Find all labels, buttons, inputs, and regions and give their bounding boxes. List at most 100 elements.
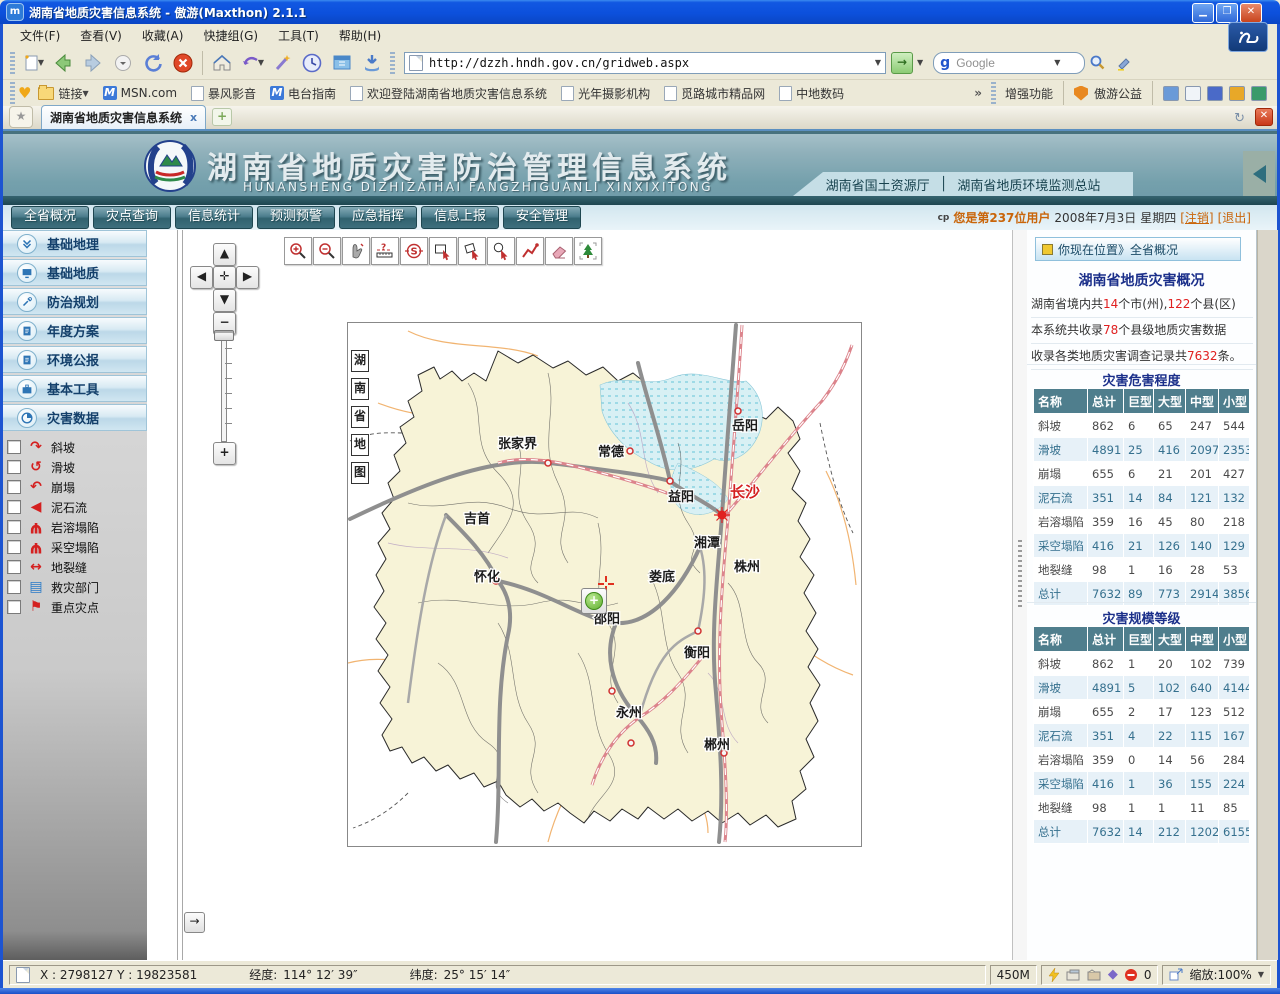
window-mini-icon[interactable]: [1185, 86, 1201, 101]
toolbar-grip[interactable]: [390, 52, 395, 74]
map-rect-select-button[interactable]: [429, 237, 457, 265]
layer-checkbox[interactable]: [7, 480, 21, 494]
search-engine-dropdown-icon[interactable]: ▼: [1054, 58, 1060, 67]
layer-item[interactable]: Ψ 采空塌陷: [7, 537, 147, 557]
logout-link[interactable]: [注销]: [1180, 209, 1213, 226]
menu-item[interactable]: 帮助(H): [330, 25, 390, 46]
download-button[interactable]: [357, 48, 387, 78]
home-button[interactable]: [207, 48, 237, 78]
zoom-panel[interactable]: 缩放:100% ▼: [1162, 965, 1271, 985]
layer-checkbox[interactable]: [7, 500, 21, 514]
map-circle-select-button[interactable]: [487, 237, 515, 265]
pan-center-button[interactable]: ✛: [213, 266, 236, 289]
address-input[interactable]: [427, 55, 879, 71]
nav-tab[interactable]: 预测预警: [257, 206, 335, 229]
map-zoom-out-button[interactable]: [313, 237, 341, 265]
window-list-button[interactable]: [327, 48, 357, 78]
layer-checkbox[interactable]: [7, 460, 21, 474]
address-dropdown-icon[interactable]: ▼: [875, 58, 881, 67]
globe-icon[interactable]: [1251, 86, 1267, 101]
tab-list-button[interactable]: ↻: [1234, 111, 1245, 126]
search-input[interactable]: [954, 55, 1058, 71]
menu-item[interactable]: 文件(F): [11, 25, 69, 46]
title-bar[interactable]: m 湖南省地质灾害信息系统 - 傲游(Maxthon) 2.1.1 ▁ ❐ ✕: [0, 0, 1280, 24]
zoom-slider-track[interactable]: [221, 334, 227, 442]
address-bar[interactable]: ▼: [404, 52, 886, 74]
layer-checkbox[interactable]: [7, 520, 21, 534]
minimize-button[interactable]: ▁: [1192, 3, 1214, 23]
map-scroll-right-button[interactable]: →: [184, 912, 205, 933]
banner-collapse-box[interactable]: [1243, 151, 1275, 196]
history-dropdown-button[interactable]: [108, 48, 138, 78]
back-button[interactable]: [48, 48, 78, 78]
layer-item[interactable]: ⚑ 重点灾点: [7, 597, 147, 617]
linksbar-grip[interactable]: [10, 82, 15, 104]
nav-tab[interactable]: 信息统计: [175, 206, 253, 229]
favorites-heart-icon[interactable]: ♥: [18, 84, 31, 102]
new-page-button[interactable]: ▼: [18, 48, 48, 78]
forward-button[interactable]: [78, 48, 108, 78]
overflow-chevron[interactable]: »: [974, 86, 982, 100]
close-button[interactable]: ✕: [1240, 3, 1262, 23]
link-item[interactable]: 欢迎登陆湖南省地质灾害信息系统: [350, 85, 547, 102]
map-redline-button[interactable]: [516, 237, 544, 265]
link-item[interactable]: 光年摄影机构: [561, 85, 650, 102]
close-tab-button[interactable]: ✕: [1255, 108, 1273, 126]
gem-icon[interactable]: ◆: [1108, 967, 1118, 982]
menu-item[interactable]: 收藏(A): [133, 25, 193, 46]
exit-link[interactable]: [退出]: [1218, 209, 1251, 226]
link-item[interactable]: 觅路城市精品网: [664, 85, 765, 102]
search-box[interactable]: g ▼: [933, 52, 1085, 74]
linksbar-grip[interactable]: [991, 82, 996, 104]
highlight-button[interactable]: [1111, 48, 1137, 78]
link-item[interactable]: M电台指南: [270, 85, 336, 102]
map-measure-button[interactable]: ?: [371, 237, 399, 265]
new-tab-button[interactable]: +: [212, 108, 232, 126]
filter-icon[interactable]: [1087, 969, 1102, 981]
sidebar-item-prevention-plan[interactable]: 防治规划: [3, 288, 147, 315]
map-zoom-in-button[interactable]: [284, 237, 312, 265]
pan-up-button[interactable]: ▲: [213, 243, 236, 266]
map-full-extent-button[interactable]: [574, 237, 602, 265]
boost-icon[interactable]: [1048, 968, 1060, 982]
popup-blocker-icon[interactable]: [1066, 969, 1081, 981]
blocked-count-icon[interactable]: [1124, 968, 1138, 982]
links-folder[interactable]: 链接▼: [38, 85, 88, 102]
zoom-slider-handle[interactable]: [214, 330, 234, 341]
layer-item[interactable]: ◀ 泥石流: [7, 497, 147, 517]
layer-item[interactable]: Ψ 岩溶塌陷: [7, 517, 147, 537]
notes-icon[interactable]: [1207, 86, 1223, 101]
pan-right-button[interactable]: ▶: [236, 266, 259, 289]
go-button[interactable]: →: [891, 52, 913, 74]
sidebar-item-annual-plan[interactable]: 年度方案: [3, 317, 147, 344]
layer-checkbox[interactable]: [7, 540, 21, 554]
nav-tab[interactable]: 安全管理: [503, 206, 581, 229]
toolbar-grip[interactable]: [10, 52, 15, 74]
undo-button[interactable]: ▼: [237, 48, 267, 78]
menu-item[interactable]: 查看(V): [71, 25, 131, 46]
stop-button[interactable]: [168, 48, 198, 78]
maximize-button[interactable]: ❐: [1216, 3, 1238, 23]
tab-active[interactable]: 湖南省地质灾害信息系统x: [41, 105, 206, 129]
link-item[interactable]: 暴风影音: [191, 85, 256, 102]
tools-mini-icon[interactable]: [1229, 86, 1245, 101]
banner-link-station[interactable]: 湖南省地质环境监测总站: [957, 175, 1100, 194]
map-pan-button[interactable]: [342, 237, 370, 265]
favorites-star-button[interactable]: ★: [9, 106, 33, 128]
refresh-button[interactable]: [138, 48, 168, 78]
zoom-in-step-button[interactable]: +: [213, 442, 236, 465]
menu-item[interactable]: 工具(T): [269, 25, 328, 46]
pan-left-button[interactable]: ◀: [190, 266, 213, 289]
layer-item[interactable]: ↶ 崩塌: [7, 477, 147, 497]
map-scale-button[interactable]: S: [400, 237, 428, 265]
nav-tab[interactable]: 信息上报: [421, 206, 499, 229]
menu-item[interactable]: 快捷组(G): [194, 25, 267, 46]
go-dropdown-icon[interactable]: ▼: [917, 58, 923, 67]
layer-checkbox[interactable]: [7, 440, 21, 454]
charity-link[interactable]: 傲游公益: [1094, 85, 1142, 102]
tab-close-icon[interactable]: x: [190, 111, 197, 124]
sidebar-item-base-geography[interactable]: 基础地理: [3, 230, 147, 257]
sidebar-item-base-geology[interactable]: 基础地质: [3, 259, 147, 286]
link-item[interactable]: MMSN.com: [103, 86, 177, 100]
map-locate-button[interactable]: +: [581, 588, 607, 614]
